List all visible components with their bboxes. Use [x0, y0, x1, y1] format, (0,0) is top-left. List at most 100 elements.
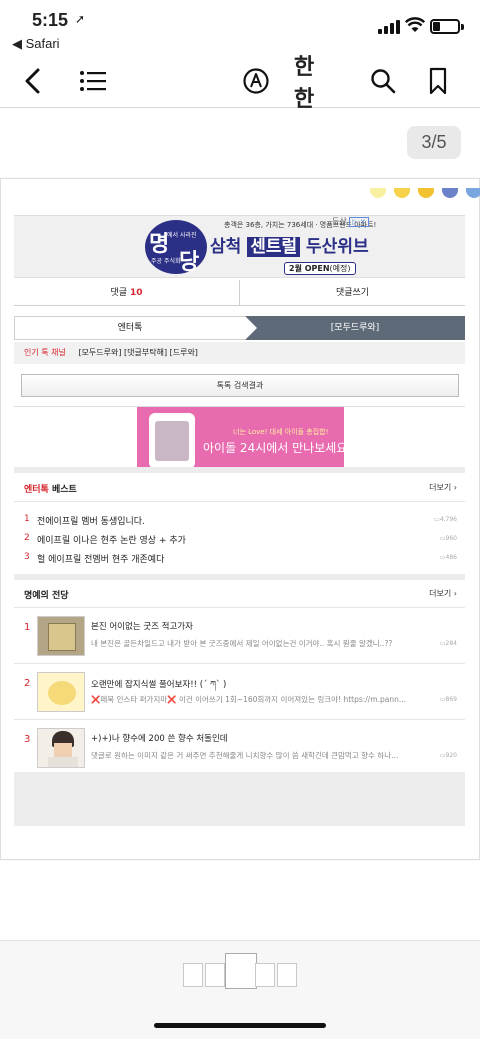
- item-rank: 2: [24, 533, 30, 543]
- comment-count: ▭284: [439, 640, 457, 647]
- comments-count: 10: [129, 288, 143, 298]
- item-rank: 1: [24, 514, 30, 524]
- ad-logo-small-2: 주공 주식회: [151, 258, 181, 265]
- post-description: ❌페북 인스타 퍼가지마❌ 이건 이어쓰기 1회~160회까지 이어져있는 링크…: [91, 694, 426, 705]
- comment-count-value: 960: [445, 535, 457, 542]
- item-rank: 3: [24, 552, 30, 562]
- cellular-signal-icon: [378, 20, 400, 34]
- promo-line-1: 너는 Love! 대세 아이돌 총집합!: [233, 428, 329, 436]
- hot-channel-links[interactable]: [모두드루와] [댓글부탁해] [드루와]: [78, 348, 198, 357]
- fame-section-title: 명예의 전당: [24, 591, 69, 601]
- page-thumbnail-4[interactable]: [255, 963, 275, 987]
- footer-gray-block: [14, 772, 465, 826]
- comments-label: 댓글: [110, 288, 128, 298]
- battery-tip: [461, 24, 464, 30]
- search-results-button[interactable]: 톡톡 검색결과: [21, 374, 459, 397]
- fame-section-header: 명예의 전당 더보기 ›: [14, 580, 465, 608]
- comment-count: ▭960: [439, 535, 457, 542]
- table-row[interactable]: 3 +)+)나 향수에 200 쓴 향수 처돌인데 댓글로 원하는 이미지 같은…: [14, 720, 465, 776]
- ad-info-icon[interactable]: ▷ ✕: [349, 217, 369, 227]
- item-title[interactable]: 헐 에이프릴 전멤버 현주 개존예다: [37, 552, 164, 565]
- post-title[interactable]: 본진 어이없는 굿즈 적고가자: [91, 620, 193, 632]
- page-thumbnail-5[interactable]: [277, 963, 297, 987]
- write-comment-tab[interactable]: 댓글쓰기: [240, 280, 465, 305]
- page-thumbnail-1[interactable]: [183, 963, 203, 987]
- page-indicator: 3/5: [407, 126, 461, 159]
- item-title[interactable]: 전에이프릴 멤버 동생입니다.: [37, 514, 145, 527]
- section-divider: [14, 467, 465, 473]
- best-title-rest: 베스트: [48, 485, 77, 495]
- hot-channel-label: 인기 톡 채널: [24, 348, 66, 357]
- ad-choices-mark[interactable]: 두산 ▷ ✕: [332, 216, 369, 227]
- table-row[interactable]: 1 본진 어이없는 굿즈 적고가자 내 본진은 골든차일드고 내가 받아 본 굿…: [14, 608, 465, 664]
- ad-logo: 명 에서 사라진 주공 주식회 당: [145, 220, 207, 275]
- item-rank: 3: [24, 734, 31, 745]
- hot-channel-bar: 인기 톡 채널 [모두드루와] [댓글부탁해] [드루와]: [14, 342, 465, 364]
- comment-count: ▭4,796: [434, 516, 457, 523]
- post-thumbnail: [37, 728, 85, 768]
- ad-open-text: 2월 OPEN: [289, 264, 330, 273]
- tab-arrow: [245, 316, 257, 340]
- promo-line-2: 아이돌 24시에서 만나보세요!: [203, 441, 344, 455]
- status-bar: 5:15 ➚ ◀ Safari: [0, 0, 480, 56]
- search-icon[interactable]: [369, 66, 397, 96]
- best-more-link[interactable]: 더보기 ›: [429, 482, 457, 493]
- post-title[interactable]: +)+)나 향수에 200 쓴 향수 처돌인데: [91, 732, 228, 744]
- list-item[interactable]: 3 헐 에이프릴 전멤버 현주 개존예다 ▭486: [14, 548, 465, 567]
- comments-tab[interactable]: 댓글 10: [14, 280, 240, 305]
- idol-promo-banner[interactable]: 너는 Love! 대세 아이돌 총집합! 아이돌 24시에서 만나보세요!: [137, 407, 344, 467]
- comment-tabs: 댓글 10 댓글쓰기: [14, 280, 465, 306]
- comment-count: ▭869: [439, 696, 457, 703]
- decorative-dots: [370, 188, 480, 200]
- list-item[interactable]: 1 전에이프릴 멤버 동생입니다. ▭4,796: [14, 510, 465, 529]
- translate-text-button[interactable]: 한한: [294, 55, 334, 112]
- item-title[interactable]: 에이프릴 이나은 현주 논란 영상 + 추가: [37, 533, 186, 546]
- item-rank: 2: [24, 678, 31, 689]
- back-to-safari-link[interactable]: ◀ Safari: [12, 36, 60, 52]
- reader-toolbar: 한한: [0, 55, 480, 112]
- comment-count: ▭920: [439, 752, 457, 759]
- tab-entertalk[interactable]: 엔터톡: [14, 316, 245, 340]
- list-item[interactable]: 2 에이프릴 이나은 현주 논란 영상 + 추가 ▭960: [14, 529, 465, 548]
- battery-icon: [430, 19, 460, 34]
- comment-count-value: 284: [445, 640, 457, 647]
- location-arrow-icon: ➚: [75, 12, 86, 26]
- comment-count-value: 486: [445, 554, 457, 561]
- best-section-header: 엔터톡 베스트 더보기 ›: [14, 474, 465, 502]
- tab-modudeuruwa[interactable]: [모두드루와]: [245, 316, 465, 340]
- ad-title-highlight: 센트럴: [247, 237, 301, 257]
- category-tabs: 엔터톡 [모두드루와]: [14, 316, 465, 340]
- ad-title: 삼척 센트럴 두산위브: [210, 232, 369, 257]
- ad-open-note: (예정): [329, 264, 351, 273]
- status-time: 5:15: [32, 10, 69, 30]
- ad-mark-text: 두산: [332, 217, 347, 226]
- bookmark-icon[interactable]: [426, 66, 450, 96]
- post-description: 댓글로 원하는 이미지 같은 거 써주면 추천해줄게 니치향수 많이 씀 새학긴…: [91, 751, 399, 760]
- post-thumbnail: [37, 616, 85, 656]
- comment-count-value: 4,796: [439, 516, 457, 523]
- post-desc-rest: 이건 이어쓰기 1회~160회까지 이어져있는 링크야! https://m.p…: [176, 695, 407, 704]
- best-title-red: 엔터톡: [24, 485, 49, 495]
- page-thumbnail-3-current[interactable]: [225, 953, 257, 989]
- table-row[interactable]: 2 오랜만에 잡지식썰 풀어보자!! (´ ཀ` ) ❌페북 인스타 퍼가지마❌…: [14, 664, 465, 720]
- phone-image: [149, 413, 195, 467]
- ad-logo-text-2: 당: [179, 250, 200, 275]
- comment-count-value: 920: [445, 752, 457, 759]
- comment-count-value: 869: [445, 696, 457, 703]
- pen-markup-icon[interactable]: [241, 66, 271, 96]
- post-thumbnail: [37, 672, 85, 712]
- fame-more-link[interactable]: 더보기 ›: [429, 588, 457, 599]
- ad-open-badge: 2월 OPEN(예정): [284, 262, 356, 275]
- post-description: 내 본진은 골든차일드고 내가 받아 본 굿즈중에서 제일 어이없는건 이거야.…: [91, 639, 393, 648]
- x-mark-icon: ❌: [167, 695, 177, 704]
- page-thumbnail-2[interactable]: [205, 963, 225, 987]
- wifi-icon: [405, 17, 425, 32]
- ad-logo-small-1: 에서 사라진: [167, 232, 197, 239]
- back-chevron-icon[interactable]: [20, 66, 44, 96]
- ad-title-post: 두산위브: [300, 237, 369, 257]
- list-icon[interactable]: [78, 66, 108, 96]
- home-indicator[interactable]: [154, 1023, 326, 1028]
- ad-title-pre: 삼척: [210, 237, 248, 257]
- ad-banner[interactable]: 명 에서 사라진 주공 주식회 당 총객은 36층, 가치는 736세대 · 명…: [14, 215, 465, 278]
- item-rank: 1: [24, 622, 31, 633]
